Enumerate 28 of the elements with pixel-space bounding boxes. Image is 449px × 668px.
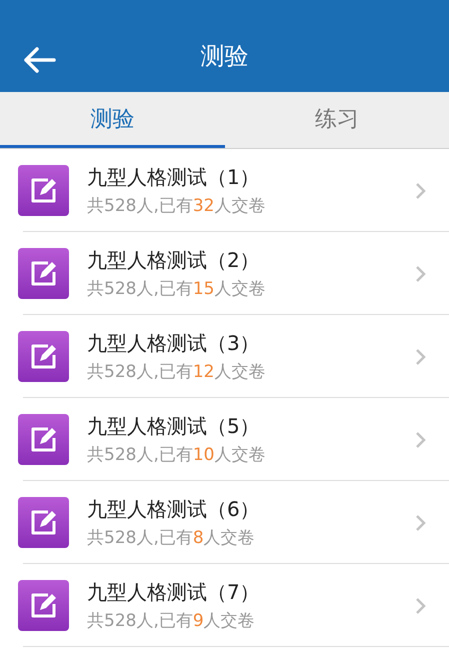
submission-summary: 共528人,已有10人交卷 [87,444,266,466]
edit-icon [18,414,69,465]
edit-icon [18,165,69,216]
submission-summary: 共528人,已有9人交卷 [87,610,256,632]
chevron-right-icon[interactable] [415,596,427,614]
quiz-title: 九型人格测试（2） [87,247,261,274]
edit-icon [18,331,69,382]
quiz-title: 九型人格测试（5） [87,413,261,440]
quiz-title: 九型人格测试（3） [87,330,261,357]
quiz-title: 九型人格测试（1） [87,164,261,191]
chevron-right-icon[interactable] [415,264,427,282]
edit-icon [18,580,69,631]
page-title: 测验 [200,41,248,72]
submission-summary: 共528人,已有32人交卷 [87,195,266,217]
back-arrow-icon[interactable] [22,46,56,74]
submission-summary: 共528人,已有8人交卷 [87,527,256,549]
chevron-right-icon[interactable] [415,182,427,200]
submission-summary: 共528人,已有12人交卷 [87,361,266,383]
submission-summary: 共528人,已有15人交卷 [87,278,266,300]
chevron-right-icon[interactable] [415,514,427,532]
chevron-right-icon[interactable] [415,430,427,448]
tab[interactable]: 测验 [0,92,224,148]
edit-icon [18,497,69,548]
chevron-right-icon[interactable] [415,348,427,366]
edit-icon [18,248,69,299]
tab[interactable]: 练习 [224,92,449,148]
quiz-title: 九型人格测试（6） [87,496,261,523]
quiz-title: 九型人格测试（7） [87,579,261,606]
